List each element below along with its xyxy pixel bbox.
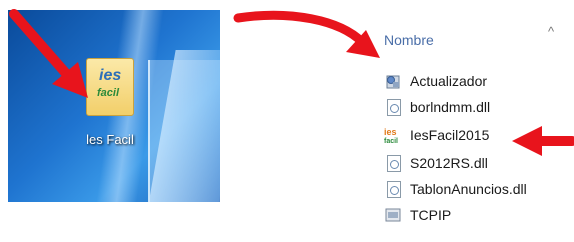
file-row-tablonanuncios[interactable]: TablonAnuncios.dll bbox=[384, 178, 527, 200]
column-header-nombre[interactable]: Nombre bbox=[384, 32, 434, 48]
file-name: TCPIP bbox=[410, 207, 452, 223]
dll-file-icon bbox=[384, 154, 402, 172]
chevron-up-icon[interactable]: ^ bbox=[548, 24, 554, 39]
file-name: S2012RS.dll bbox=[410, 155, 488, 171]
file-explorer-list: Nombre ^ Actualizador borlndmm.dll ies f… bbox=[376, 24, 574, 242]
arrow-to-explorer bbox=[233, 10, 380, 58]
file-row-borlndmm[interactable]: borlndmm.dll bbox=[384, 96, 490, 118]
file-row-tcpip[interactable]: TCPIP bbox=[384, 204, 451, 226]
file-row-iesfacil2015[interactable]: ies facil IesFacil2015 bbox=[384, 124, 489, 146]
file-row-s2012rs[interactable]: S2012RS.dll bbox=[384, 152, 488, 174]
file-name: IesFacil2015 bbox=[410, 127, 490, 143]
arrow-to-desktop-icon bbox=[9, 9, 88, 98]
program-icon bbox=[384, 206, 402, 224]
file-name: Actualizador bbox=[410, 73, 488, 89]
svg-text:facil: facil bbox=[384, 138, 398, 144]
iesfacil-app-icon: ies facil bbox=[384, 126, 402, 145]
svg-text:ies: ies bbox=[384, 127, 397, 137]
dll-file-icon bbox=[384, 180, 402, 198]
dll-file-icon bbox=[384, 98, 402, 116]
file-name: borlndmm.dll bbox=[410, 99, 491, 115]
file-row-actualizador[interactable]: Actualizador bbox=[384, 70, 487, 92]
setup-program-icon bbox=[384, 72, 402, 90]
file-name: TablonAnuncios.dll bbox=[410, 181, 527, 197]
